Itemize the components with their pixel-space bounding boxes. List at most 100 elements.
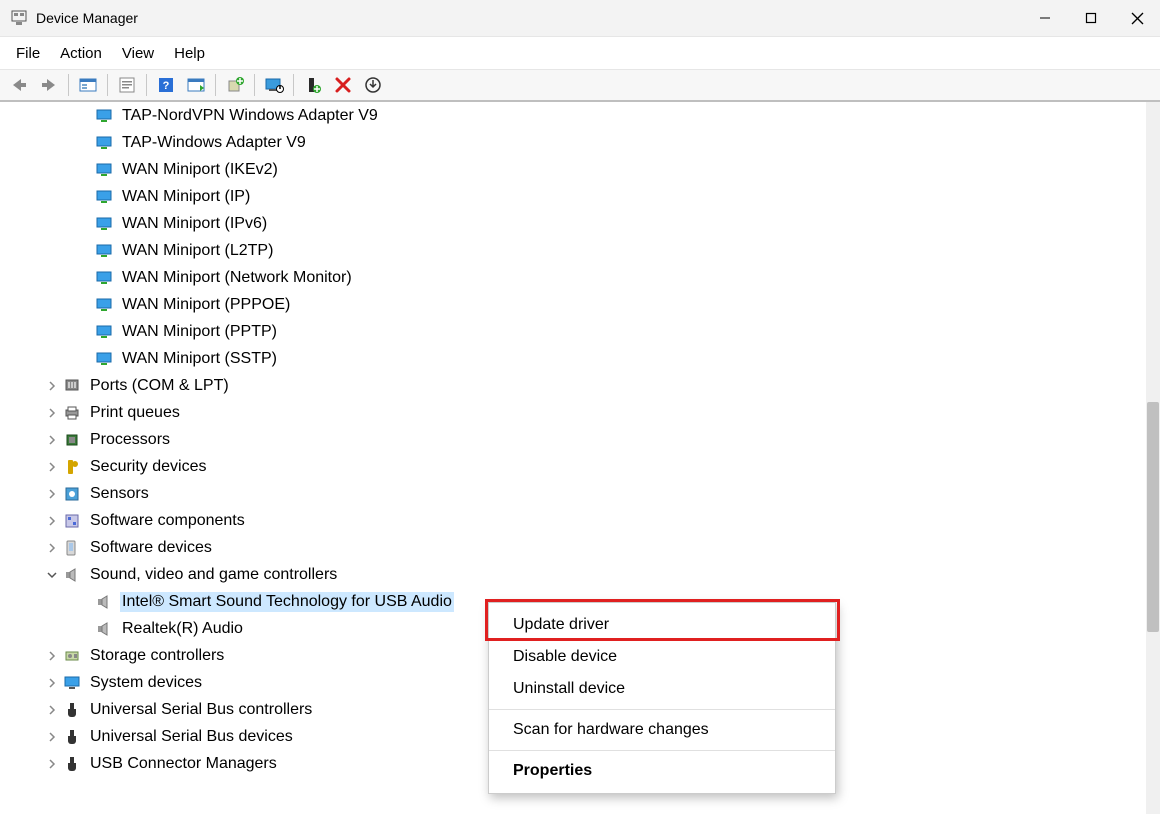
monitor-icon xyxy=(94,187,114,207)
speaker-icon xyxy=(62,565,82,585)
device-item[interactable]: TAP-Windows Adapter V9 xyxy=(2,129,1146,156)
content-area: TAP-NordVPN Windows Adapter V9 TAP-Window… xyxy=(0,101,1160,814)
usb-icon xyxy=(62,754,82,774)
ctx-uninstall-device[interactable]: Uninstall device xyxy=(489,673,835,705)
monitor-icon xyxy=(94,295,114,315)
vertical-scrollbar[interactable] xyxy=(1146,102,1160,814)
monitor-icon xyxy=(94,160,114,180)
chevron-right-icon[interactable] xyxy=(44,405,60,421)
update-driver-button[interactable] xyxy=(221,73,249,97)
device-label: Intel® Smart Sound Technology for USB Au… xyxy=(120,592,454,612)
chevron-right-icon[interactable] xyxy=(44,459,60,475)
titlebar: Device Manager xyxy=(0,0,1160,37)
scan-button[interactable] xyxy=(182,73,210,97)
chevron-right-icon[interactable] xyxy=(44,675,60,691)
app-icon xyxy=(10,9,28,27)
maximize-button[interactable] xyxy=(1068,0,1114,36)
ctx-disable-device[interactable]: Disable device xyxy=(489,641,835,673)
scan-hardware-button[interactable] xyxy=(359,73,387,97)
menubar: File Action View Help xyxy=(0,37,1160,70)
device-item[interactable]: WAN Miniport (PPPOE) xyxy=(2,291,1146,318)
monitor-icon xyxy=(94,349,114,369)
device-category[interactable]: Print queues xyxy=(2,399,1146,426)
disable-button[interactable] xyxy=(260,73,288,97)
device-item[interactable]: WAN Miniport (IP) xyxy=(2,183,1146,210)
device-label: TAP-NordVPN Windows Adapter V9 xyxy=(120,106,380,126)
system-icon xyxy=(62,673,82,693)
chevron-right-icon[interactable] xyxy=(44,540,60,556)
chevron-down-icon[interactable] xyxy=(44,567,60,583)
device-label: Print queues xyxy=(88,403,182,423)
device-category[interactable]: Sound, video and game controllers xyxy=(2,561,1146,588)
menu-file[interactable]: File xyxy=(6,43,50,64)
device-label: WAN Miniport (IKEv2) xyxy=(120,160,280,180)
device-item[interactable]: WAN Miniport (Network Monitor) xyxy=(2,264,1146,291)
device-label: Realtek(R) Audio xyxy=(120,619,245,639)
properties-button[interactable] xyxy=(113,73,141,97)
storage-icon xyxy=(62,646,82,666)
svg-text:?: ? xyxy=(163,80,170,92)
device-item[interactable]: TAP-NordVPN Windows Adapter V9 xyxy=(2,102,1146,129)
device-label: Software components xyxy=(88,511,247,531)
chevron-right-icon[interactable] xyxy=(44,486,60,502)
port-icon xyxy=(62,376,82,396)
delete-button[interactable] xyxy=(329,73,357,97)
chevron-right-icon[interactable] xyxy=(44,756,60,772)
toolbar: ? xyxy=(0,70,1160,101)
device-category[interactable]: Software components xyxy=(2,507,1146,534)
device-label: Software devices xyxy=(88,538,214,558)
chevron-right-icon[interactable] xyxy=(44,378,60,394)
menu-action[interactable]: Action xyxy=(50,43,112,64)
back-button[interactable] xyxy=(5,73,33,97)
device-label: WAN Miniport (L2TP) xyxy=(120,241,275,261)
scrollbar-thumb[interactable] xyxy=(1147,402,1159,632)
device-label: Storage controllers xyxy=(88,646,226,666)
device-category[interactable]: Processors xyxy=(2,426,1146,453)
show-hidden-button[interactable] xyxy=(74,73,102,97)
device-item[interactable]: WAN Miniport (PPTP) xyxy=(2,318,1146,345)
device-label: WAN Miniport (PPPOE) xyxy=(120,295,292,315)
device-label: System devices xyxy=(88,673,204,693)
device-item[interactable]: WAN Miniport (SSTP) xyxy=(2,345,1146,372)
device-item[interactable]: WAN Miniport (IPv6) xyxy=(2,210,1146,237)
device-category[interactable]: Software devices xyxy=(2,534,1146,561)
ctx-properties[interactable]: Properties xyxy=(489,755,835,787)
speaker-icon xyxy=(94,592,114,612)
device-label: WAN Miniport (Network Monitor) xyxy=(120,268,354,288)
device-label: Processors xyxy=(88,430,172,450)
device-category[interactable]: Security devices xyxy=(2,453,1146,480)
ctx-scan-hardware[interactable]: Scan for hardware changes xyxy=(489,714,835,746)
ctx-separator xyxy=(489,750,835,751)
monitor-icon xyxy=(94,241,114,261)
monitor-icon xyxy=(94,133,114,153)
uninstall-button[interactable] xyxy=(299,73,327,97)
device-label: Sensors xyxy=(88,484,151,504)
device-label: WAN Miniport (PPTP) xyxy=(120,322,279,342)
chevron-right-icon[interactable] xyxy=(44,729,60,745)
usb-icon xyxy=(62,727,82,747)
device-category[interactable]: Ports (COM & LPT) xyxy=(2,372,1146,399)
device-item[interactable]: WAN Miniport (L2TP) xyxy=(2,237,1146,264)
device-label: TAP-Windows Adapter V9 xyxy=(120,133,308,153)
chevron-right-icon[interactable] xyxy=(44,702,60,718)
cpu-icon xyxy=(62,430,82,450)
menu-help[interactable]: Help xyxy=(164,43,215,64)
context-menu: Update driver Disable device Uninstall d… xyxy=(488,602,836,794)
device-label: USB Connector Managers xyxy=(88,754,279,774)
device-label: Universal Serial Bus devices xyxy=(88,727,295,747)
chevron-right-icon[interactable] xyxy=(44,432,60,448)
forward-button[interactable] xyxy=(35,73,63,97)
chevron-right-icon[interactable] xyxy=(44,648,60,664)
minimize-button[interactable] xyxy=(1022,0,1068,36)
chevron-right-icon[interactable] xyxy=(44,513,60,529)
menu-view[interactable]: View xyxy=(112,43,164,64)
help-button[interactable]: ? xyxy=(152,73,180,97)
device-category[interactable]: Sensors xyxy=(2,480,1146,507)
ctx-update-driver[interactable]: Update driver xyxy=(489,609,835,641)
device-label: Security devices xyxy=(88,457,209,477)
sensor-icon xyxy=(62,484,82,504)
monitor-icon xyxy=(94,268,114,288)
usb-icon xyxy=(62,700,82,720)
device-item[interactable]: WAN Miniport (IKEv2) xyxy=(2,156,1146,183)
close-button[interactable] xyxy=(1114,0,1160,36)
